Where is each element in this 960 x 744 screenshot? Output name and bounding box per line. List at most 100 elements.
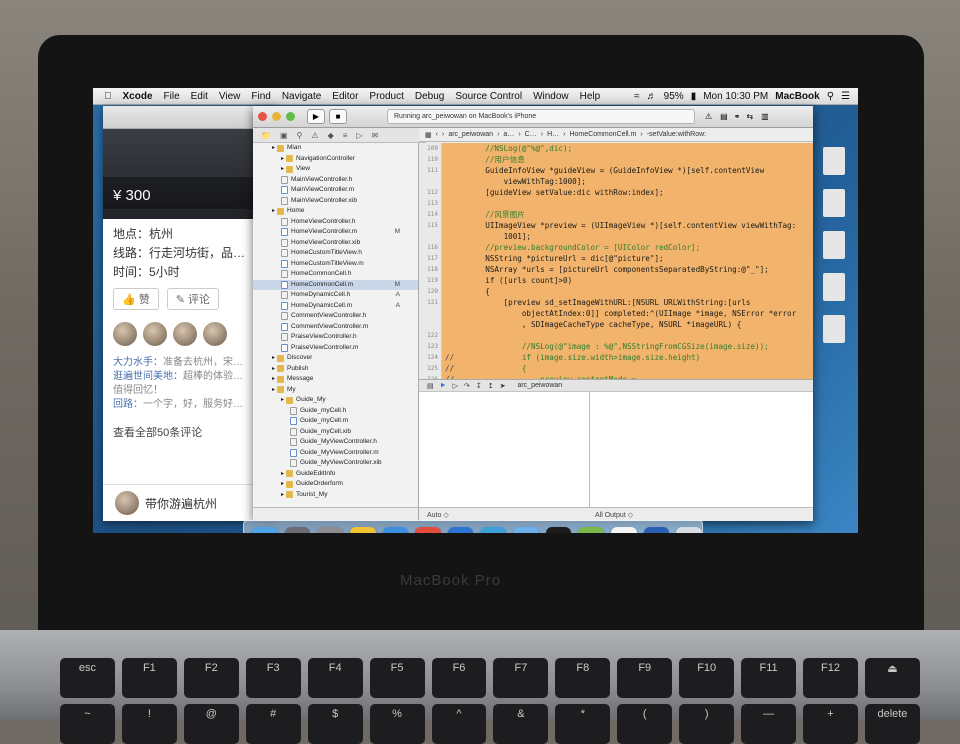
guide-title[interactable]: 带你游遍杭州 <box>145 495 217 512</box>
battery-percent[interactable]: 95% <box>664 91 684 102</box>
menu-xcode[interactable]: Xcode <box>123 91 153 102</box>
dock-word-icon[interactable] <box>643 527 670 533</box>
navigator-file[interactable]: HomeCustomTitleView.h <box>253 248 418 259</box>
menu-debug[interactable]: Debug <box>415 91 444 102</box>
navigator-file[interactable]: Guide_MyViewController.h <box>253 437 418 448</box>
project-navigator-icon[interactable]: 📁 <box>261 131 271 140</box>
navigator-file[interactable]: MainViewController.m <box>253 185 418 196</box>
menubar-user[interactable]: MacBook <box>775 91 819 102</box>
jump-bar-segment[interactable]: H… <box>547 131 559 138</box>
disclosure-triangle-icon[interactable]: ▸ <box>272 206 275 217</box>
keyboard-key[interactable]: F8 <box>555 658 611 698</box>
keyboard-key[interactable]: F10 <box>679 658 735 698</box>
console-output-select[interactable]: All Output ◇ <box>595 511 633 519</box>
issue-navigator-icon[interactable]: ⚠ <box>311 131 318 140</box>
dock-safari-icon[interactable] <box>382 527 409 533</box>
disclosure-triangle-icon[interactable]: ▸ <box>281 490 284 501</box>
keyboard-key[interactable]: — <box>741 704 797 744</box>
navigator-group[interactable]: ▸ Guide_My <box>253 395 418 406</box>
continue-icon[interactable]: ▷ <box>453 382 458 390</box>
disclosure-triangle-icon[interactable]: ▸ <box>272 364 275 375</box>
minimize-window-button[interactable] <box>272 112 281 121</box>
navigator-group[interactable]: ▸ Home <box>253 206 418 217</box>
keyboard-key[interactable]: & <box>493 704 549 744</box>
back-arrow-icon[interactable]: ‹ <box>436 131 438 138</box>
menu-product[interactable]: Product <box>369 91 403 102</box>
code-line[interactable]: 110 //用户信息 <box>427 154 813 165</box>
keyboard-key[interactable]: F5 <box>369 658 425 698</box>
desktop-file-icon[interactable] <box>823 147 845 175</box>
view-all-comments-link[interactable]: 查看全部50条评论 <box>103 416 278 448</box>
debug-navigator-icon[interactable]: ≡ <box>343 131 348 140</box>
navigator-file[interactable]: Guide_MyViewController.xib <box>253 458 418 469</box>
navigator-group[interactable]: ▸ My <box>253 385 418 396</box>
code-line[interactable]: 112 [guideView setValue:dic withRow:inde… <box>427 187 813 198</box>
avatar[interactable] <box>173 322 197 346</box>
navigator-file[interactable]: PraiseViewController.m <box>253 343 418 354</box>
navigator-group[interactable]: ▸ Discover <box>253 353 418 364</box>
menu-file[interactable]: File <box>164 91 180 102</box>
keyboard-key[interactable]: ( <box>617 704 673 744</box>
assistant-editor-icon[interactable]: ⚭ <box>734 112 741 121</box>
debug-target[interactable]: arc_peiwowan <box>517 382 562 389</box>
dock-trash-icon[interactable] <box>676 527 702 533</box>
variables-scope-select[interactable]: Auto ◇ <box>427 511 449 519</box>
disclosure-triangle-icon[interactable]: ▸ <box>281 469 284 480</box>
navigator-file[interactable]: PraiseViewController.h <box>253 332 418 343</box>
step-into-icon[interactable]: ↧ <box>476 382 482 390</box>
disclosure-triangle-icon[interactable]: ▸ <box>281 479 284 490</box>
keyboard-key[interactable]: % <box>369 704 425 744</box>
keyboard-key[interactable]: F12 <box>803 658 858 698</box>
code-line[interactable]: objectAtIndex:0]] completed:^(UIImage *i… <box>441 308 813 319</box>
keyboard-key[interactable]: ) <box>679 704 735 744</box>
related-items-icon[interactable]: ▦ <box>425 131 432 139</box>
debug-console[interactable] <box>419 392 813 507</box>
menu-edit[interactable]: Edit <box>191 91 208 102</box>
keyboard-key[interactable]: F4 <box>307 658 363 698</box>
apple-icon[interactable]:  <box>104 91 112 102</box>
navigator-file[interactable]: HomeCustomTitleView.m <box>253 259 418 270</box>
code-line[interactable]: 111 GuideInfoView *guideView = (GuideInf… <box>427 165 813 176</box>
navigator-file[interactable]: HomeViewController.m M <box>253 227 418 238</box>
jump-bar-segment[interactable]: C… <box>525 131 537 138</box>
code-line[interactable]: 115 UIImageView *preview = (UIImageView … <box>427 220 813 231</box>
location-icon[interactable]: ➤ <box>500 382 506 390</box>
navigator-group[interactable]: ▸ Message <box>253 374 418 385</box>
navigator-file[interactable]: HomeDynamicCell.m A <box>253 301 418 312</box>
code-line[interactable]: 124 // if (image.size.width>image.size.he… <box>427 352 813 363</box>
navigator-file[interactable]: HomeViewController.xib <box>253 238 418 249</box>
forward-arrow-icon[interactable]: › <box>442 131 444 138</box>
keyboard-key[interactable]: esc <box>60 658 115 698</box>
dock-xcode-icon[interactable] <box>447 527 474 533</box>
jump-bar-segment[interactable]: arc_peiwowan <box>448 131 493 138</box>
keyboard-key[interactable]: ~ <box>60 704 115 744</box>
guide-avatar[interactable] <box>115 491 139 515</box>
menu-editor[interactable]: Editor <box>332 91 358 102</box>
keyboard-key[interactable]: * <box>555 704 611 744</box>
keyboard-key[interactable]: ! <box>121 704 177 744</box>
avatar[interactable] <box>203 322 227 346</box>
keyboard-key[interactable]: F11 <box>741 658 797 698</box>
menu-source-control[interactable]: Source Control <box>455 91 522 102</box>
code-line[interactable]: 120 { <box>427 286 813 297</box>
comment-author[interactable]: 大力水手： <box>113 357 163 368</box>
code-line[interactable]: 117 NSString *pictureUrl = dic[@"picture… <box>427 253 813 264</box>
warning-icon[interactable]: ⚠ <box>705 112 712 121</box>
navigator-group[interactable]: ▸ Mian <box>253 143 418 154</box>
navigator-group[interactable]: ▸ View <box>253 164 418 175</box>
avatar[interactable] <box>143 322 167 346</box>
step-over-icon[interactable]: ↷ <box>464 382 470 390</box>
keyboard-key[interactable]: @ <box>183 704 239 744</box>
menubar-clock[interactable]: Mon 10:30 PM <box>703 91 768 102</box>
keyboard-key[interactable]: F6 <box>431 658 487 698</box>
menu-view[interactable]: View <box>219 91 241 102</box>
navigator-group[interactable]: ▸ GuideEditInfo <box>253 469 418 480</box>
dock-adium-icon[interactable] <box>349 527 376 533</box>
navigator-file[interactable]: Guide_myCell.m <box>253 416 418 427</box>
code-line[interactable]: 121 [preview sd_setImageWithURL:[NSURL U… <box>427 297 813 308</box>
notification-center-icon[interactable]: ☰ <box>841 91 850 102</box>
dock-finder-icon[interactable] <box>252 527 278 533</box>
desktop-file-icon[interactable] <box>823 273 845 301</box>
disclosure-triangle-icon[interactable]: ▸ <box>281 395 284 406</box>
code-line[interactable]: 123 //NSLog(@"image : %@",NSStringFromCG… <box>427 341 813 352</box>
